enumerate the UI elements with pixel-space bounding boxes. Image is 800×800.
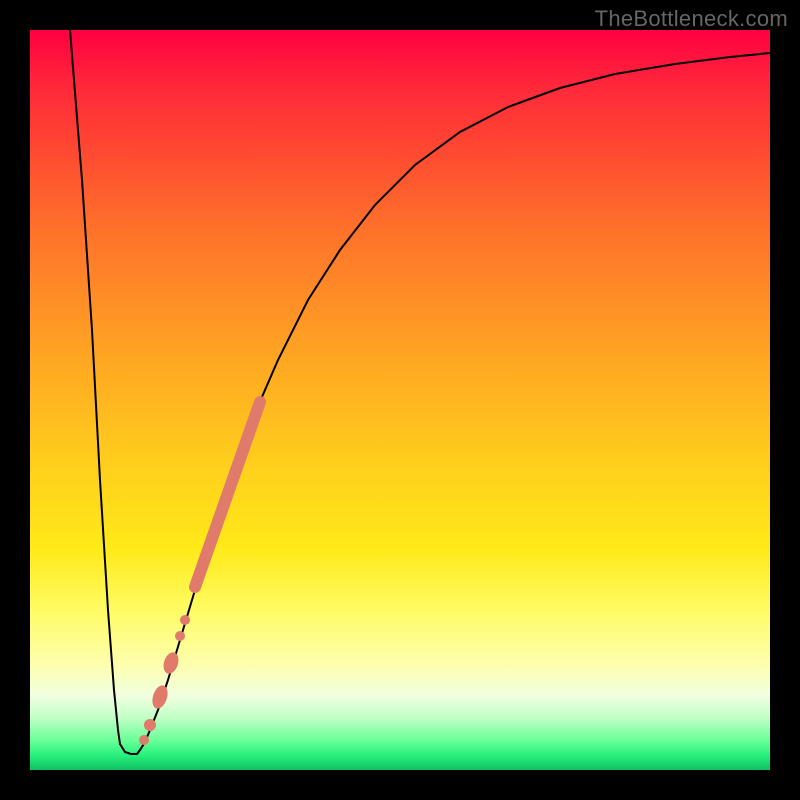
watermark-label: TheBottleneck.com xyxy=(595,6,788,32)
chart-frame: TheBottleneck.com xyxy=(0,0,800,800)
plot-area xyxy=(30,30,770,770)
chart-svg xyxy=(30,30,770,770)
curve-layer xyxy=(70,30,770,754)
highlight-layer xyxy=(139,402,260,745)
